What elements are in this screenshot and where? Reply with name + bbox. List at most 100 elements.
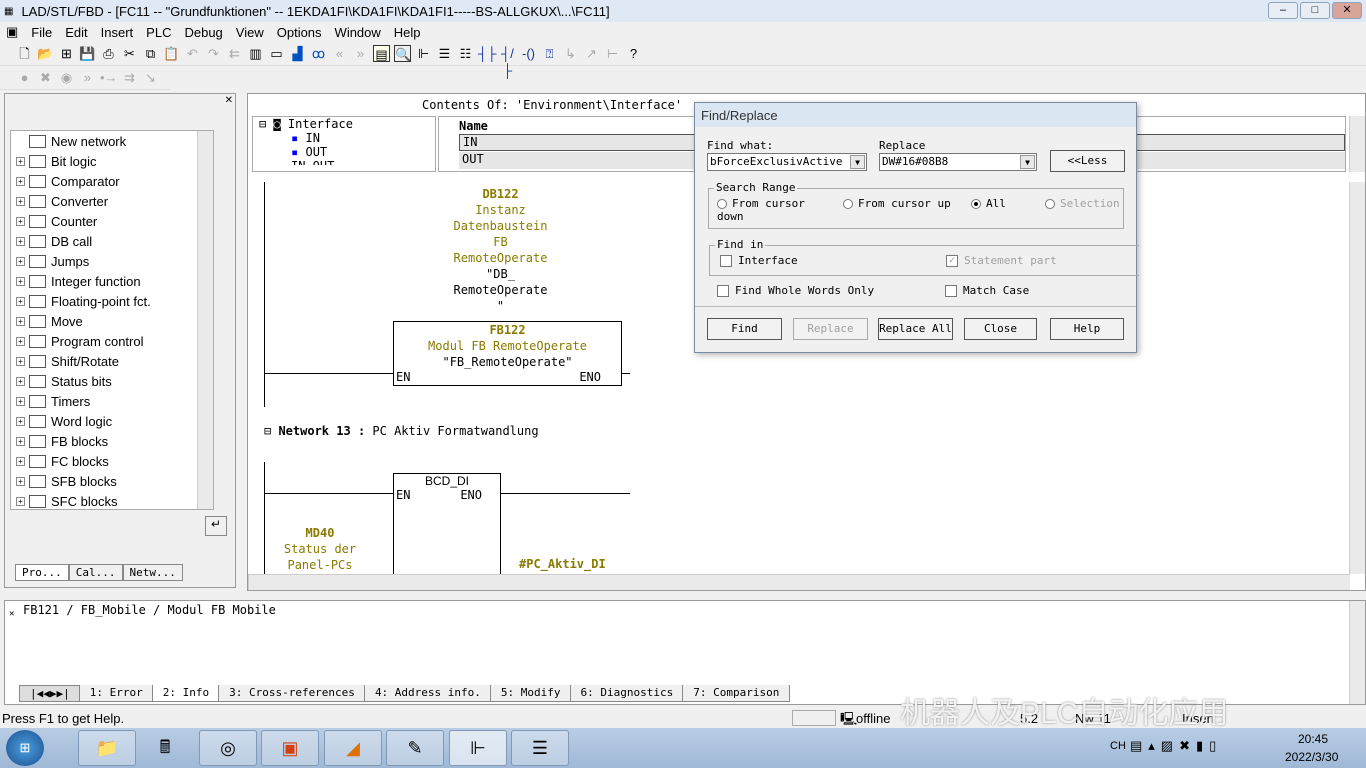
expand-icon[interactable]: + <box>16 496 25 506</box>
expand-icon[interactable]: + <box>16 236 25 246</box>
find-button[interactable]: Find <box>707 318 782 340</box>
statement-part-checkbox[interactable]: ✓ Statement part <box>946 254 1057 267</box>
breakpoint-icon[interactable]: ● <box>16 69 33 86</box>
prev-icon[interactable]: « <box>331 45 348 62</box>
sidebar-item[interactable]: + Bit logic <box>11 151 213 171</box>
start-button[interactable]: ⊞ <box>6 730 44 766</box>
copy-icon[interactable]: ⧉ <box>142 45 159 62</box>
expand-icon[interactable]: + <box>16 436 25 446</box>
clock-date[interactable]: 2022/3/30 <box>1285 750 1338 764</box>
help-button[interactable]: Help <box>1050 318 1124 340</box>
explorer-taskbar-icon[interactable]: 📁 <box>78 730 136 766</box>
redo-icon[interactable]: ↷ <box>205 45 222 62</box>
minimize-button[interactable]: – <box>1268 2 1298 19</box>
menu-view[interactable]: View <box>236 25 264 40</box>
new-icon[interactable]: 🗋 <box>16 45 33 62</box>
tab-nav-arrows[interactable]: |◀◀▶▶| <box>19 685 81 702</box>
calculator-taskbar-icon[interactable]: 🖩 <box>136 730 194 766</box>
sidebar-item[interactable]: + Floating-point fct. <box>11 291 213 311</box>
sidebar-item[interactable]: + Integer function <box>11 271 213 291</box>
activate-icon[interactable]: ◉ <box>58 69 75 86</box>
network-13-header[interactable]: ⊟ Network 13 : PC Aktiv Formatwandlung <box>264 424 539 438</box>
save-icon[interactable]: 💾 <box>79 45 96 62</box>
chrome-taskbar-icon[interactable]: ◎ <box>199 730 257 766</box>
preview-icon[interactable]: 🔍 <box>394 45 411 62</box>
tab-info[interactable]: 2: Info <box>151 685 221 702</box>
next-icon[interactable]: » <box>352 45 369 62</box>
menu-insert[interactable]: Insert <box>101 25 134 40</box>
tree-out[interactable]: ▪ OUT <box>259 145 435 159</box>
replace-all-button[interactable]: Replace All <box>878 318 953 340</box>
tab-networks[interactable]: Netw... <box>122 564 183 581</box>
maximize-button[interactable]: □ <box>1300 2 1330 19</box>
menu-edit[interactable]: Edit <box>65 25 87 40</box>
contact-icon[interactable]: ┤├ <box>478 45 496 62</box>
tab-modify[interactable]: 5: Modify <box>489 685 572 702</box>
tab-error[interactable]: 1: Error <box>78 685 154 702</box>
box-icon[interactable]: ⍰ <box>541 45 558 62</box>
expand-icon[interactable]: + <box>16 456 25 466</box>
download-icon[interactable]: ▥ <box>247 45 264 62</box>
sidebar-item[interactable]: + Shift/Rotate <box>11 351 213 371</box>
close-dialog-button[interactable]: Close <box>964 318 1037 340</box>
expand-icon[interactable]: + <box>16 476 25 486</box>
vertical-scrollbar[interactable] <box>1349 182 1365 574</box>
tree-interface[interactable]: ⊟ ◙ Interface <box>259 117 435 131</box>
step-out-icon[interactable]: ↘ <box>142 69 159 86</box>
expand-icon[interactable]: + <box>16 376 25 386</box>
clock-time[interactable]: 20:45 <box>1298 732 1328 746</box>
collapse-icon[interactable]: ⊟ <box>264 424 278 438</box>
menu-plc[interactable]: PLC <box>146 25 171 40</box>
paste-icon[interactable]: 📋 <box>163 45 180 62</box>
close-button[interactable]: ✕ <box>1332 2 1362 19</box>
expand-icon[interactable]: + <box>16 156 25 166</box>
sidebar-item[interactable]: + FC blocks <box>11 451 213 471</box>
app-taskbar-icon[interactable]: ◢ <box>324 730 382 766</box>
expand-icon[interactable]: + <box>16 336 25 346</box>
sidebar-item[interactable]: + Timers <box>11 391 213 411</box>
sidebar-item[interactable]: + SFB blocks <box>11 471 213 491</box>
accessible-nodes-icon[interactable]: ⊞ <box>58 45 75 62</box>
glasses-icon[interactable]: ꝏ <box>310 45 327 62</box>
continue-icon[interactable]: » <box>79 69 96 86</box>
expand-icon[interactable]: + <box>16 196 25 206</box>
sidebar-item[interactable]: + Status bits <box>11 371 213 391</box>
bcd-di-block[interactable]: BCD_DI EN ENO <box>393 473 501 574</box>
match-case-checkbox[interactable]: Match Case <box>945 284 1029 297</box>
overview-icon[interactable]: ▭ <box>268 45 285 62</box>
list-icon[interactable]: ☷ <box>457 45 474 62</box>
tree-inout[interactable]: IN_OUT <box>259 159 435 165</box>
expand-icon[interactable]: + <box>16 176 25 186</box>
tab-cross-references[interactable]: 3: Cross-references <box>218 685 366 702</box>
open-icon[interactable]: 📂 <box>37 45 54 62</box>
expand-icon[interactable]: + <box>16 416 25 426</box>
less-button[interactable]: <<Less <box>1050 150 1125 172</box>
find-what-input[interactable]: bForceExclusivActive ▼ <box>707 153 867 171</box>
sidebar-item[interactable]: New network <box>11 131 213 151</box>
replace-button[interactable]: Replace <box>793 318 868 340</box>
replace-input[interactable]: DW#16#08B8 ▼ <box>879 153 1037 171</box>
tab-diagnostics[interactable]: 6: Diagnostics <box>569 685 685 702</box>
tab-address-info[interactable]: 4: Address info. <box>363 685 492 702</box>
tab-comparison[interactable]: 7: Comparison <box>682 685 791 702</box>
range-from-cursor-up[interactable]: From cursor up <box>843 197 953 210</box>
expand-icon[interactable]: + <box>16 356 25 366</box>
branch-icon[interactable]: ⊩ <box>415 45 432 62</box>
step-icon[interactable]: •→ <box>100 69 118 86</box>
expand-icon[interactable]: + <box>16 216 25 226</box>
branch-close-icon[interactable]: ↗ <box>583 45 600 62</box>
print-icon[interactable]: ⎙ <box>100 45 117 62</box>
tab-call-structure[interactable]: Cal... <box>68 564 123 581</box>
chevron-down-icon[interactable]: ▼ <box>850 155 865 169</box>
range-from-cursor-down[interactable]: From cursor down <box>717 197 827 223</box>
step-in-icon[interactable]: ⇉ <box>121 69 138 86</box>
tree-in[interactable]: ▪ IN <box>259 131 435 145</box>
sidebar-item[interactable]: + Move <box>11 311 213 331</box>
tab-program-elements[interactable]: Pro... <box>15 564 69 581</box>
menu-help[interactable]: Help <box>394 25 421 40</box>
sidebar-item[interactable]: + Counter <box>11 211 213 231</box>
expand-icon[interactable]: + <box>16 276 25 286</box>
sidebar-item[interactable]: + Comparator <box>11 171 213 191</box>
sidebar-item[interactable]: + Converter <box>11 191 213 211</box>
interface-checkbox[interactable]: Interface <box>720 254 798 267</box>
